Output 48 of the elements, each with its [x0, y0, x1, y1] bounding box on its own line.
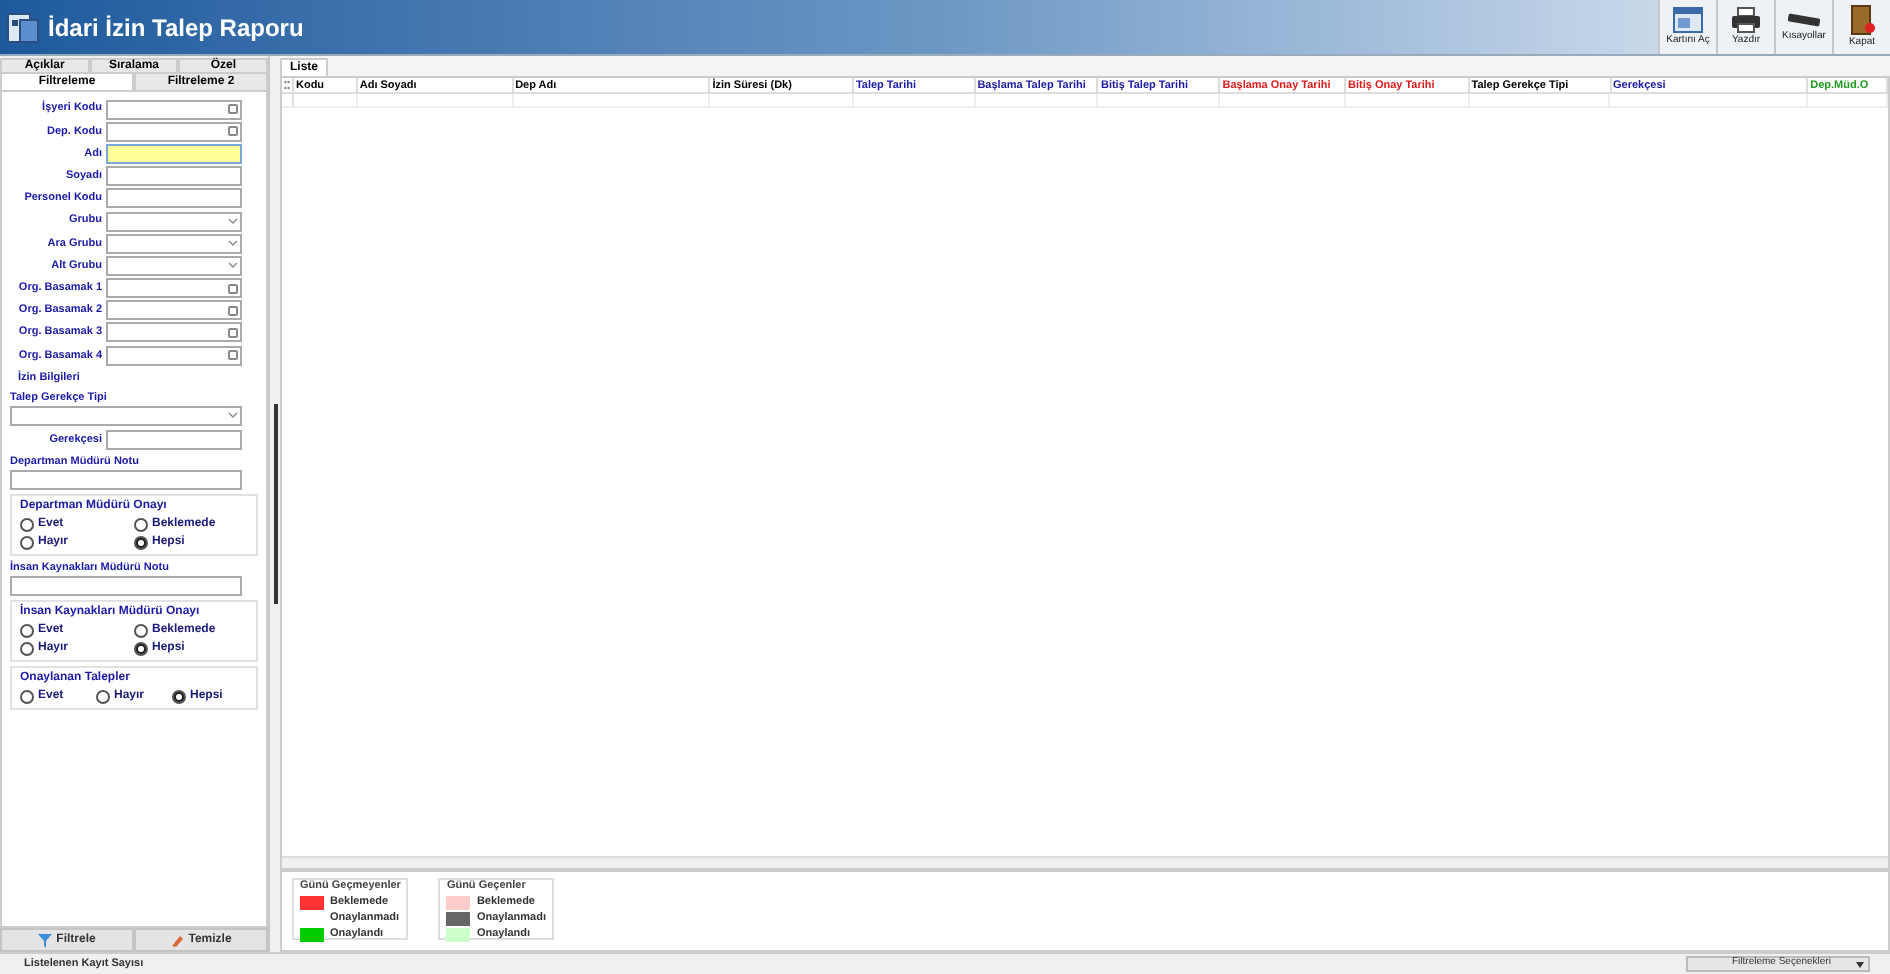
window-title: İdari İzin Talep Raporu [48, 11, 304, 45]
chevron-down-icon [228, 218, 238, 225]
input-field[interactable] [106, 322, 242, 343]
input-field[interactable] [106, 278, 242, 299]
radio-button[interactable] [20, 624, 34, 639]
input-field[interactable] [106, 345, 242, 366]
ellipsis-box-icon [228, 327, 238, 338]
chevron-down-icon [228, 262, 238, 269]
horizontal-scrollbar[interactable] [282, 856, 1888, 868]
input-field[interactable] [106, 99, 242, 120]
radio-button[interactable] [96, 690, 110, 705]
ellipsis-box-icon [228, 126, 238, 137]
input-field[interactable] [106, 143, 242, 164]
radio-button[interactable] [134, 642, 148, 657]
splitter-handle[interactable] [273, 404, 277, 604]
ellipsis-box-icon [228, 350, 238, 361]
radio-button[interactable] [20, 690, 34, 705]
chevron-down-icon [228, 412, 238, 419]
input-field[interactable] [106, 429, 242, 450]
radio-button[interactable] [172, 690, 186, 705]
radio-button[interactable] [20, 518, 34, 532]
input-field[interactable] [10, 470, 242, 490]
app-logo-icon [6, 9, 42, 45]
input-field[interactable] [10, 576, 242, 597]
input-field[interactable] [106, 233, 242, 254]
ellipsis-box-icon [228, 305, 238, 316]
eraser-icon [170, 933, 185, 947]
ellipsis-box-icon [228, 283, 238, 294]
input-field[interactable] [106, 255, 242, 276]
input-field[interactable] [106, 166, 242, 187]
radio-button[interactable] [134, 518, 148, 532]
printer-icon [1730, 5, 1762, 34]
radio-button[interactable] [20, 642, 34, 657]
door-icon [1848, 3, 1876, 36]
input-field[interactable] [106, 188, 242, 209]
radio-button[interactable] [134, 536, 148, 550]
chevron-down-icon [228, 240, 238, 247]
input-field[interactable] [106, 300, 242, 321]
input-field[interactable] [106, 211, 242, 232]
window-icon [1672, 5, 1704, 34]
input-field[interactable] [106, 121, 242, 142]
caret-down-icon [1856, 961, 1864, 967]
ellipsis-box-icon [228, 104, 238, 115]
radio-button[interactable] [134, 624, 148, 639]
dropdown-field[interactable] [10, 405, 242, 426]
grip-icon [283, 80, 290, 90]
radio-button[interactable] [20, 536, 34, 550]
funnel-icon [38, 933, 53, 947]
